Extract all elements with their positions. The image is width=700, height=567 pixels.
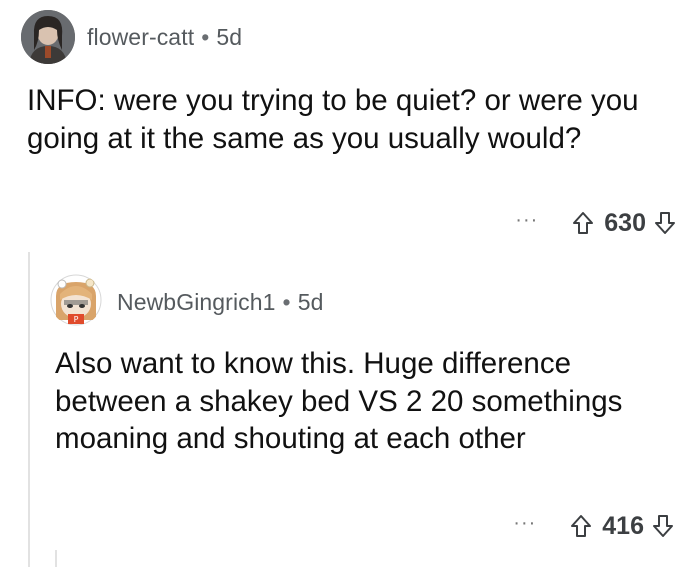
upvote-icon[interactable] xyxy=(572,211,594,235)
username-link[interactable]: flower-catt xyxy=(87,24,194,50)
upvote-icon[interactable] xyxy=(570,514,592,538)
comment-actions: ··· 416 xyxy=(513,509,674,543)
more-options-button[interactable]: ··· xyxy=(513,513,536,533)
meta-separator: • xyxy=(201,24,210,50)
username-link[interactable]: NewbGingrich1 xyxy=(117,289,276,315)
comment-meta: flower-catt • 5d xyxy=(87,24,242,51)
comment-body: INFO: were you trying to be quiet? or we… xyxy=(27,84,639,155)
meta-separator: • xyxy=(282,289,291,315)
comment-age: 5d xyxy=(297,289,324,315)
user-avatar[interactable] xyxy=(21,10,75,64)
comment-meta: NewbGingrich1 • 5d xyxy=(117,289,324,316)
user-avatar[interactable]: P xyxy=(50,274,102,326)
avatar-photo-icon xyxy=(21,10,75,64)
downvote-icon[interactable] xyxy=(654,211,676,235)
svg-text:P: P xyxy=(74,315,79,324)
downvote-icon[interactable] xyxy=(652,514,674,538)
more-options-button[interactable]: ··· xyxy=(515,210,538,230)
thread-line[interactable] xyxy=(28,252,30,567)
comment-body: Also want to know this. Huge difference … xyxy=(55,347,623,455)
nested-thread-line[interactable] xyxy=(55,550,57,567)
vote-score: 416 xyxy=(602,511,644,540)
comment-actions: ··· 630 xyxy=(515,206,676,240)
vote-score: 630 xyxy=(604,208,646,237)
comment-age: 5d xyxy=(216,24,243,50)
snoo-avatar-icon: P xyxy=(50,274,102,326)
